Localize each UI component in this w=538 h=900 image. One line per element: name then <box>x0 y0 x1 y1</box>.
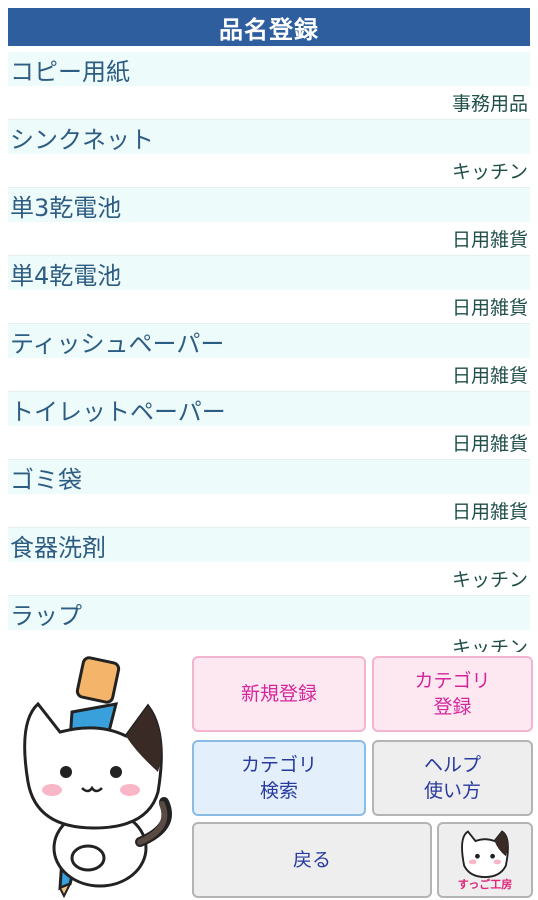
help-button[interactable]: ヘルプ 使い方 <box>372 740 533 816</box>
page-title: 品名登録 <box>8 8 530 46</box>
item-category: 日用雑貨 <box>451 296 528 319</box>
logo-text: すっご工房 <box>457 878 513 891</box>
list-item[interactable]: ゴミ袋 日用雑貨 <box>8 460 530 528</box>
item-name: ゴミ袋 <box>10 465 82 494</box>
list-item[interactable]: 単3乾電池 日用雑貨 <box>8 188 530 256</box>
item-category: 日用雑貨 <box>451 228 528 251</box>
item-name: 食器洗剤 <box>10 533 106 562</box>
new-register-button[interactable]: 新規登録 <box>192 656 366 732</box>
app-logo-button[interactable]: すっご工房 <box>437 822 533 898</box>
cat-mascot-icon <box>23 656 172 898</box>
item-name: ラップ <box>10 601 82 630</box>
item-category: 事務用品 <box>451 92 528 115</box>
item-category: キッチン <box>451 568 528 591</box>
back-button[interactable]: 戻る <box>192 822 432 898</box>
list-item[interactable]: 食器洗剤 キッチン <box>8 528 530 596</box>
list-item[interactable]: トイレットペーパー 日用雑貨 <box>8 392 530 460</box>
back-label: 戻る <box>292 849 331 871</box>
item-name: シンクネット <box>10 125 154 154</box>
new-register-label: 新規登録 <box>240 683 317 705</box>
list-item[interactable]: 単4乾電池 日用雑貨 <box>8 256 530 324</box>
item-category: キッチン <box>451 160 528 183</box>
item-name: 単3乾電池 <box>10 193 122 222</box>
item-category: 日用雑貨 <box>451 500 528 523</box>
list-item[interactable]: ティッシュペーパー 日用雑貨 <box>8 324 530 392</box>
category-search-label: カテゴリ 検索 <box>240 754 317 802</box>
list-item[interactable]: コピー用紙 事務用品 <box>8 52 530 120</box>
item-category: キッチン <box>451 636 528 653</box>
category-register-label: カテゴリ 登録 <box>414 670 491 718</box>
help-label: ヘルプ 使い方 <box>423 754 481 802</box>
category-register-button[interactable]: カテゴリ 登録 <box>372 656 533 732</box>
list-item[interactable]: シンクネット キッチン <box>8 120 530 188</box>
item-name: コピー用紙 <box>10 57 130 86</box>
category-search-button[interactable]: カテゴリ 検索 <box>192 740 366 816</box>
item-category: 日用雑貨 <box>451 364 528 387</box>
list-item[interactable]: ラップ キッチン <box>8 596 530 652</box>
item-name: トイレットペーパー <box>10 397 226 426</box>
item-category: 日用雑貨 <box>451 432 528 455</box>
item-name: ティッシュペーパー <box>10 329 225 358</box>
item-name: 単4乾電池 <box>10 261 122 290</box>
item-list[interactable]: コピー用紙 事務用品 シンクネット キッチン 単3乾電池 日用雑貨 単4乾電池 … <box>8 52 530 652</box>
